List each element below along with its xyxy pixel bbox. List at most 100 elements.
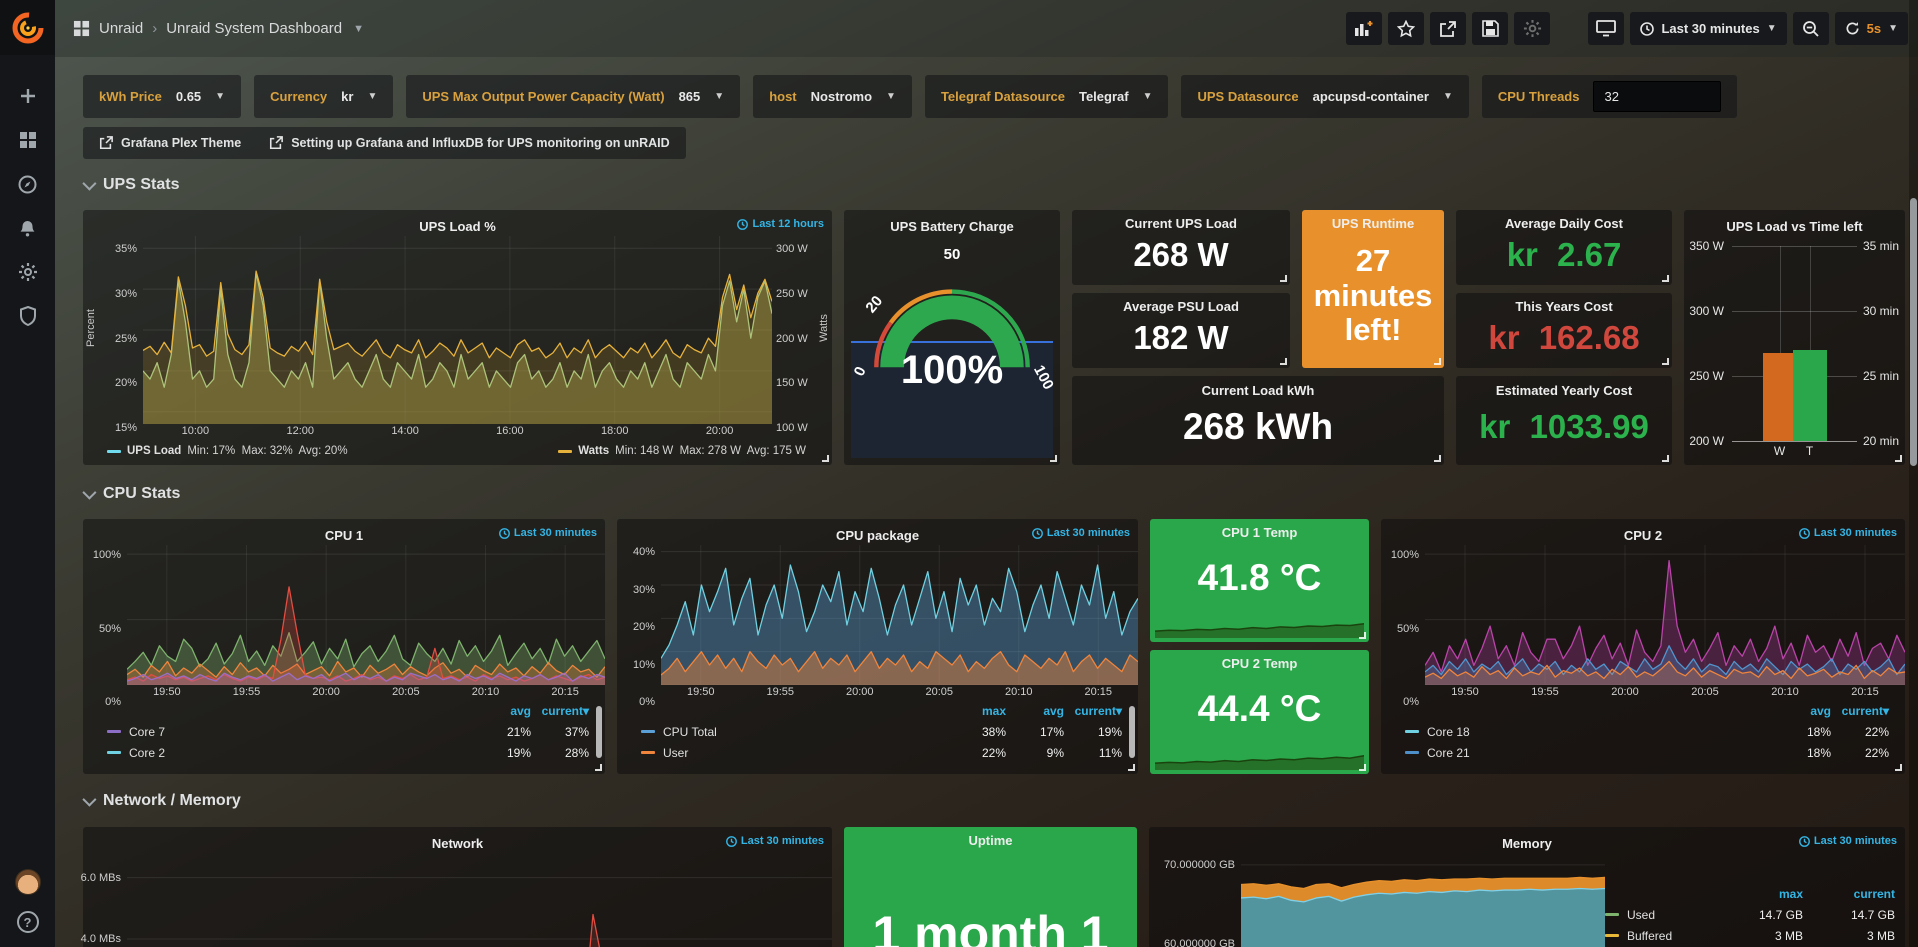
panel-time-override[interactable]: Last 30 minutes [499,527,597,539]
panel-resize-handle[interactable] [1434,358,1441,365]
link-ups-monitoring-guide[interactable]: Setting up Grafana and InfluxDB for UPS … [269,136,669,150]
variable-value[interactable]: Nostromo [811,89,872,104]
panel-resize-handle[interactable] [1050,455,1057,462]
panel-resize-handle[interactable] [1662,275,1669,282]
panel-title[interactable]: UPS Load % [419,219,496,234]
panel-resize-handle[interactable] [1662,358,1669,365]
panel-resize-handle[interactable] [1359,764,1366,771]
panel-resize-handle[interactable] [1434,455,1441,462]
help-icon[interactable]: ? [17,911,39,933]
panel-title[interactable]: CPU 2 [1624,528,1662,543]
panel-resize-handle[interactable] [1280,275,1287,282]
panel-title[interactable]: CPU package [836,528,919,543]
panel-title[interactable]: Uptime [968,833,1012,848]
dashboard-grid-icon[interactable] [73,20,90,37]
legend-series-label[interactable]: Used [1627,908,1655,922]
legend-sort-header[interactable]: current▾ [531,704,589,718]
panel-resize-handle[interactable] [822,455,829,462]
panel-resize-handle[interactable] [1359,632,1366,639]
variable-ups-max-output[interactable]: UPS Max Output Power Capacity (Watt) 865… [406,75,740,118]
chevron-down-icon[interactable]: ▼ [353,23,364,35]
panel-title[interactable]: Current UPS Load [1125,216,1237,231]
section-ups-stats[interactable]: UPS Stats [83,176,179,194]
legend-series-label[interactable]: Core 2 [129,746,165,760]
user-avatar[interactable] [15,869,41,895]
legend-sort-header[interactable]: current▾ [1831,704,1889,718]
legend-scrollbar[interactable] [596,706,602,758]
configuration-gear-icon[interactable] [17,261,39,283]
refresh-picker[interactable]: 5s ▼ [1835,12,1908,45]
panel-resize-handle[interactable] [1895,764,1902,771]
panel-title[interactable]: UPS Runtime [1332,216,1414,231]
cycle-view-mode-button[interactable] [1588,12,1624,45]
cpu-threads-input[interactable] [1593,81,1721,112]
dashboards-icon[interactable] [17,129,39,151]
legend-series-label[interactable]: Buffered [1627,929,1672,943]
section-network-memory[interactable]: Network / Memory [83,792,241,810]
section-cpu-stats[interactable]: CPU Stats [83,485,180,503]
legend-sort-header[interactable]: avg [473,704,531,718]
variable-value[interactable]: apcupsd-container [1313,89,1429,104]
legend-sort-header[interactable]: max [948,704,1006,718]
variable-ups-datasource[interactable]: UPS Datasource apcupsd-container ▼ [1181,75,1468,118]
panel-title[interactable]: Network [432,836,483,851]
panel-resize-handle[interactable] [1128,764,1135,771]
breadcrumb-page-title[interactable]: Unraid System Dashboard [166,20,342,37]
panel-time-override[interactable]: Last 30 minutes [1032,527,1130,539]
scrollbar-thumb[interactable] [1910,198,1917,466]
legend-sort-header[interactable]: avg [1773,704,1831,718]
legend-series-label[interactable]: UPS Load [127,445,181,457]
panel-title[interactable]: Memory [1502,836,1552,851]
save-button[interactable] [1472,12,1508,45]
legend-entry[interactable]: UPS LoadMin: 17% Max: 32% Avg: 20% [107,445,348,457]
variable-telegraf-datasource[interactable]: Telegraf Datasource Telegraf ▼ [925,75,1169,118]
legend-series-label[interactable]: Watts [578,445,609,457]
alerting-bell-icon[interactable] [17,217,39,239]
legend-sort-header[interactable]: max [1711,887,1803,901]
time-range-picker[interactable]: Last 30 minutes ▼ [1630,12,1786,45]
legend-sort-header[interactable]: current▾ [1064,704,1122,718]
variable-value[interactable]: Telegraf [1079,89,1129,104]
grafana-logo[interactable] [0,0,55,55]
panel-resize-handle[interactable] [1895,455,1902,462]
panel-title[interactable]: Average PSU Load [1123,299,1239,314]
panel-resize-handle[interactable] [1280,358,1287,365]
variable-kwh-price[interactable]: kWh Price 0.65 ▼ [83,75,241,118]
link-grafana-plex-theme[interactable]: Grafana Plex Theme [99,136,241,150]
panel-title[interactable]: Average Daily Cost [1505,216,1623,231]
legend-series-label[interactable]: Core 18 [1427,725,1470,739]
panel-title[interactable]: CPU 2 Temp [1222,656,1298,671]
dashboard-settings-button[interactable] [1514,12,1550,45]
panel-title[interactable]: This Years Cost [1515,299,1612,314]
variable-value[interactable]: 0.65 [176,89,201,104]
panel-title[interactable]: Current Load kWh [1202,383,1315,398]
panel-title[interactable]: CPU 1 [325,528,363,543]
create-plus-icon[interactable] [17,85,39,107]
variable-value[interactable]: kr [341,89,353,104]
legend-sort-header[interactable]: current [1803,887,1895,901]
legend-series-label[interactable]: CPU Total [663,725,717,739]
variable-host[interactable]: host Nostromo ▼ [753,75,912,118]
panel-resize-handle[interactable] [595,764,602,771]
panel-time-override[interactable]: Last 30 minutes [1799,835,1897,847]
add-panel-button[interactable] [1346,12,1382,45]
legend-sort-header[interactable]: avg [1006,704,1064,718]
variable-currency[interactable]: Currency kr ▼ [254,75,393,118]
legend-series-label[interactable]: User [663,746,688,760]
panel-title[interactable]: CPU 1 Temp [1222,525,1298,540]
legend-entry[interactable]: WattsMin: 148 W Max: 278 W Avg: 175 W [558,445,806,457]
legend-series-label[interactable]: Core 7 [129,725,165,739]
panel-title[interactable]: Estimated Yearly Cost [1496,383,1632,398]
star-button[interactable] [1388,12,1424,45]
share-button[interactable] [1430,12,1466,45]
variable-value[interactable]: 865 [679,89,701,104]
page-scrollbar[interactable] [1909,0,1918,947]
panel-time-override[interactable]: Last 30 minutes [726,835,824,847]
legend-scrollbar[interactable] [1129,706,1135,758]
explore-compass-icon[interactable] [17,173,39,195]
panel-resize-handle[interactable] [1662,455,1669,462]
panel-time-override[interactable]: Last 12 hours [737,218,824,230]
admin-shield-icon[interactable] [17,305,39,327]
breadcrumb-app[interactable]: Unraid [99,20,143,37]
panel-time-override[interactable]: Last 30 minutes [1799,527,1897,539]
